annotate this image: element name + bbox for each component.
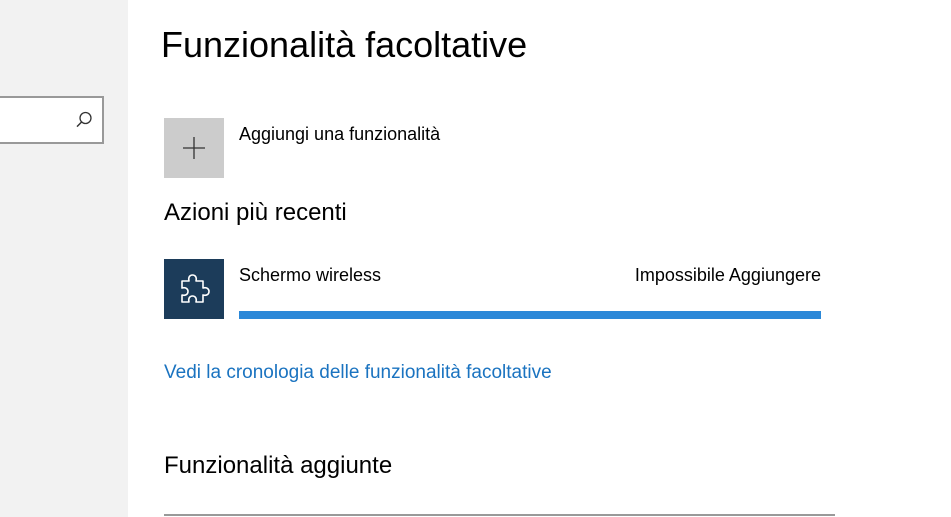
main-content: Funzionalità facoltative Aggiungi una fu… [128, 0, 951, 517]
feature-tile [164, 259, 224, 319]
search-icon[interactable] [74, 110, 94, 130]
plus-icon [182, 136, 206, 160]
add-feature-label: Aggiungi una funzionalità [239, 124, 441, 144]
add-feature-button[interactable]: Aggiungi una funzionalità [164, 118, 584, 178]
sidebar [0, 0, 128, 517]
feature-status: Impossibile Aggiungere [634, 265, 821, 285]
recent-actions-heading: Azioni più recenti [164, 199, 347, 226]
divider [164, 514, 835, 516]
feature-name: Schermo wireless [239, 265, 382, 285]
installed-features-heading: Funzionalità aggiunte [164, 452, 393, 479]
progress-bar [239, 311, 821, 319]
recent-action-item[interactable]: Schermo wireless Impossibile Aggiungere [164, 259, 822, 321]
puzzle-icon [176, 271, 212, 307]
progress-bar-fill [239, 311, 821, 319]
history-link[interactable]: Vedi la cronologia delle funzionalità fa… [164, 362, 552, 384]
page-title: Funzionalità facoltative [161, 24, 528, 65]
search-input[interactable] [0, 96, 104, 144]
add-feature-tile[interactable] [164, 118, 224, 178]
